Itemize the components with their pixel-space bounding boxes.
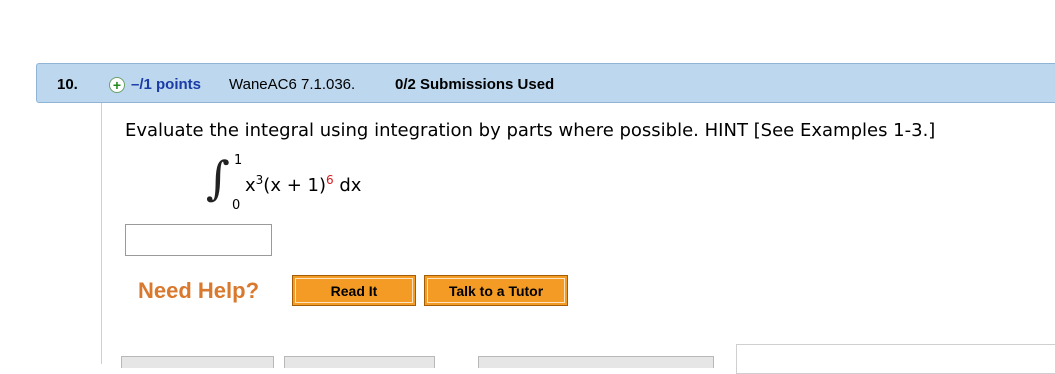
upper-limit: 1 xyxy=(234,153,243,168)
read-it-button[interactable]: Read It xyxy=(292,275,416,306)
content-divider xyxy=(101,103,102,364)
bottom-action-button-3[interactable] xyxy=(478,356,714,368)
question-number: 10. xyxy=(57,76,78,93)
question-prompt: Evaluate the integral using integration … xyxy=(125,120,936,141)
plus-icon[interactable]: + xyxy=(109,77,125,93)
answer-input[interactable] xyxy=(125,224,272,256)
bottom-action-button-1[interactable] xyxy=(121,356,274,368)
bottom-panel xyxy=(736,344,1055,374)
submissions-used: 0/2 Submissions Used xyxy=(395,76,555,93)
integral-sign: ∫ xyxy=(206,151,230,205)
question-header: 10. + –/1 points WaneAC6 7.1.036. 0/2 Su… xyxy=(36,63,1055,103)
lower-limit: 0 xyxy=(232,198,241,213)
integrand-base: x xyxy=(245,175,256,196)
integrand: x3(x + 1)6 dx xyxy=(245,173,362,196)
differential: dx xyxy=(339,175,362,196)
need-help-label: Need Help? xyxy=(138,278,260,303)
integrand-factor: (x + 1) xyxy=(263,175,326,196)
points-label: –/1 points xyxy=(131,76,202,93)
question-code: WaneAC6 7.1.036. xyxy=(229,76,356,93)
talk-to-tutor-button[interactable]: Talk to a Tutor xyxy=(424,275,568,306)
read-it-label: Read It xyxy=(295,278,413,303)
bottom-action-button-2[interactable] xyxy=(284,356,435,368)
talk-to-tutor-label: Talk to a Tutor xyxy=(427,278,565,303)
outer-exponent: 6 xyxy=(325,173,334,187)
